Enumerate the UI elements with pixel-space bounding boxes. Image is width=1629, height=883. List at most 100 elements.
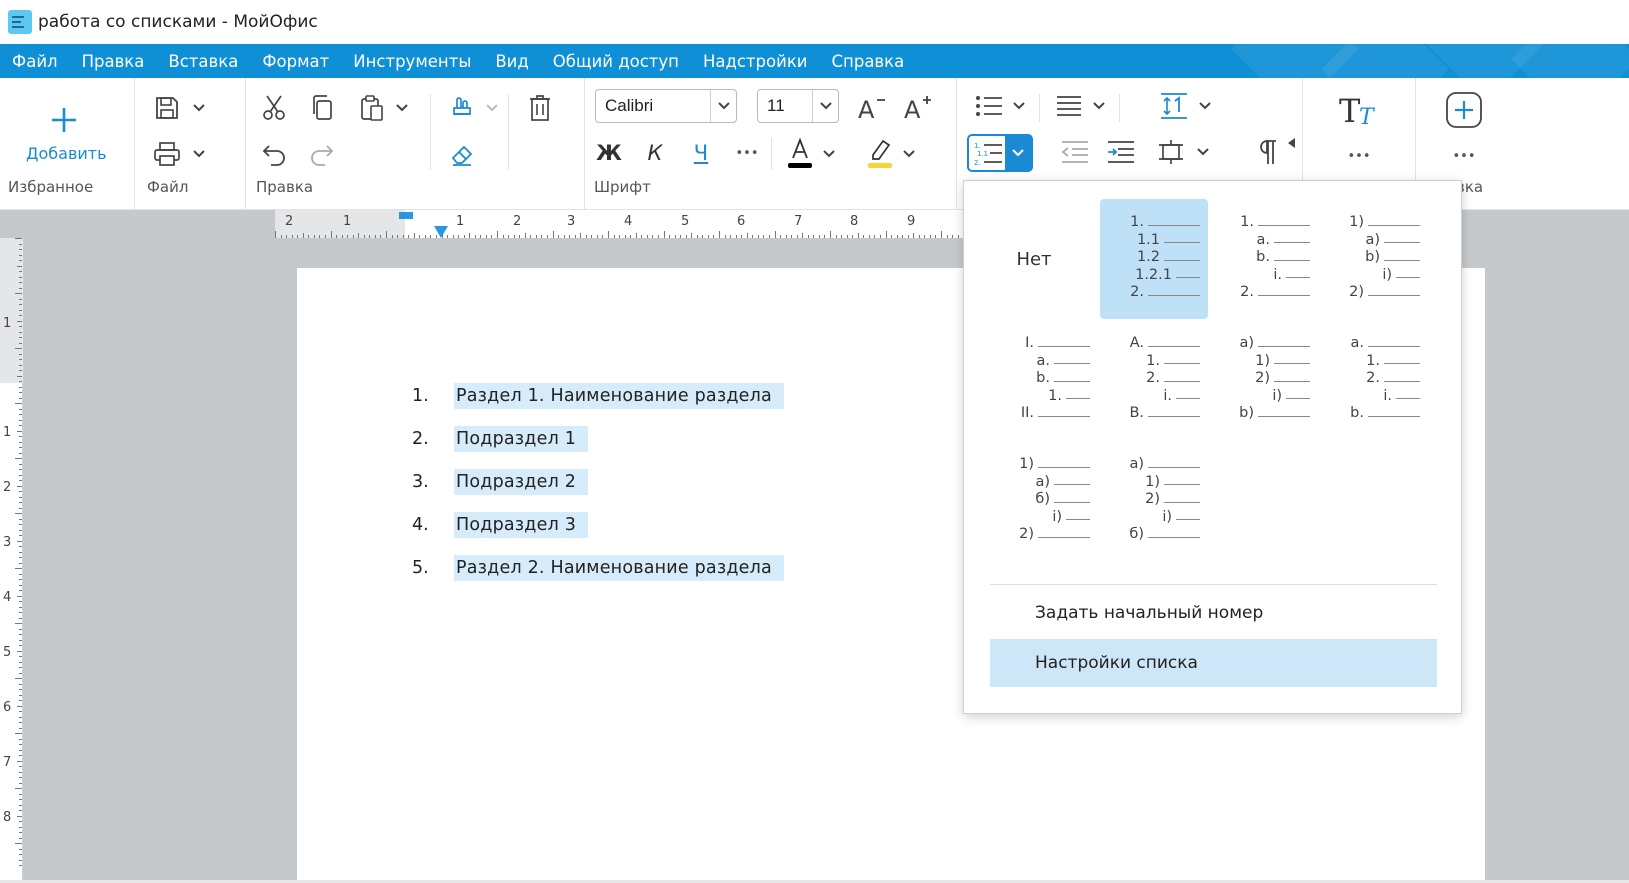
styles-more-button[interactable]: ••• [1339,142,1379,170]
print-button[interactable] [151,138,183,170]
preset-level-line [1258,294,1310,296]
highlight-color-caret[interactable] [899,144,919,164]
preset-level: i. [1273,266,1310,284]
align-button[interactable] [1053,90,1085,122]
underline-button[interactable]: Ч [685,136,717,170]
vertical-ruler[interactable]: 1 1 2 3 4 5 6 7 8 [0,238,23,883]
text-color-caret[interactable] [819,144,839,164]
ruler-tick [19,529,22,531]
preset-level-line [1396,398,1420,399]
paste-button[interactable] [356,92,388,124]
numbering-preset-tile[interactable]: 1. 1.1 1.2 1.2.1 2. [1100,199,1208,319]
list-item[interactable]: 3. Подраздел 2 [412,460,784,503]
bullet-list-caret[interactable] [1009,96,1029,116]
ruler-label: 9 [907,214,916,229]
preset-level-line [1054,501,1090,503]
ruler-tick [19,639,22,641]
menu-sharing[interactable]: Общий доступ [541,52,691,71]
decrease-indent-button[interactable] [1059,136,1091,168]
ruler-tick [19,579,22,580]
font-size-select[interactable]: 11 [757,89,839,123]
menu-file[interactable]: Файл [0,52,70,71]
cut-button[interactable] [258,92,290,124]
preset-level: i) [1382,266,1420,284]
save-options-caret[interactable] [189,98,209,118]
numbering-none-option[interactable]: Нет [980,199,1088,319]
preset-level-line [1148,536,1200,538]
italic-button[interactable]: К [639,136,671,170]
preset-level: а) [1035,473,1090,491]
plus-icon [52,108,76,132]
preset-level: i. [1383,387,1420,405]
list-item-text[interactable]: Раздел 2. Наименование раздела [454,554,784,581]
preset-level-line [1368,294,1420,296]
numbering-preset-tile[interactable]: а) 1) 2) i) б) [1100,441,1208,561]
menu-edit[interactable]: Правка [70,52,157,71]
menu-view[interactable]: Вид [483,52,540,71]
menu-help[interactable]: Справка [820,52,917,71]
delete-button[interactable] [524,92,556,124]
clear-format-button[interactable] [446,138,478,170]
list-item-text[interactable]: Подраздел 3 [454,511,589,538]
list-settings-item[interactable]: Настройки списка [990,639,1437,687]
first-line-indent-icon[interactable] [434,226,448,238]
redo-button[interactable] [306,138,338,170]
insert-more-button[interactable]: ••• [1444,142,1484,170]
bold-button[interactable]: Ж [593,136,625,170]
increase-font-button[interactable]: A [899,90,939,124]
save-button[interactable] [151,92,183,124]
numbered-list-caret[interactable] [1005,136,1031,170]
menu-tools[interactable]: Инструменты [341,52,483,71]
preset-level-label: A. [1129,335,1144,351]
list-item-text[interactable]: Подраздел 2 [454,468,589,495]
paragraph-overflow-arrow[interactable] [1287,136,1297,150]
list-item[interactable]: 2. Подраздел 1 [412,417,784,460]
paste-options-caret[interactable] [392,98,412,118]
list-item[interactable]: 5. Раздел 2. Наименование раздела [412,546,784,589]
menu-format[interactable]: Формат [250,52,341,71]
numbered-list-button[interactable]: 1. 1.1 2. [967,134,1033,172]
font-family-select[interactable]: Calibri [595,89,737,123]
copy-button[interactable] [306,92,338,124]
list-item-text[interactable]: Подраздел 1 [454,425,589,452]
paragraph-spacing-button[interactable] [1155,136,1187,168]
line-spacing-caret[interactable] [1195,96,1215,116]
numbering-preset-tile[interactable]: a. 1. 2. i. b. [1320,320,1428,440]
ruler-tick [19,287,22,289]
paragraph-spacing-caret[interactable] [1193,142,1213,162]
add-favorite-button[interactable] [44,100,84,140]
ruler-tick [19,518,22,520]
align-caret[interactable] [1089,96,1109,116]
list-item-text[interactable]: Раздел 1. Наименование раздела [454,382,784,409]
preset-level: a. [1037,352,1090,370]
highlight-color-button[interactable] [863,134,897,172]
preset-level-label: i. [1163,387,1172,404]
increase-indent-button[interactable] [1105,136,1137,168]
set-start-number-item[interactable]: Задать начальный номер [990,589,1437,637]
ruler-tick [17,265,22,267]
left-indent-marker[interactable] [399,212,413,219]
print-options-caret[interactable] [189,144,209,164]
decrease-font-button[interactable]: A [853,90,893,124]
numbering-preset-tile[interactable]: 1) a) b) i) 2) [1320,199,1428,319]
bullet-list-button[interactable] [973,90,1005,122]
insert-object-button[interactable] [1444,90,1484,130]
numbering-preset-tile[interactable]: 1. a. b. i. 2. [1210,199,1318,319]
numbering-preset-tile[interactable]: A. 1. 2. i. B. [1100,320,1208,440]
show-formatting-button[interactable] [1251,136,1283,168]
line-spacing-button[interactable] [1157,90,1191,122]
format-painter-button[interactable] [446,92,478,124]
menu-addons[interactable]: Надстройки [691,52,820,71]
more-font-options-button[interactable]: ••• [731,136,763,170]
ruler-tick [15,458,22,459]
text-color-button[interactable] [783,134,817,172]
list-item[interactable]: 1. Раздел 1. Наименование раздела [412,374,784,417]
ruler-tick [15,293,22,294]
styles-button[interactable]: TT [1339,92,1379,128]
numbering-preset-tile[interactable]: a) 1) 2) i) b) [1210,320,1318,440]
numbering-preset-tile[interactable]: 1) а) б) i) 2) [990,441,1098,561]
undo-button[interactable] [258,138,290,170]
menu-insert[interactable]: Вставка [156,52,250,71]
numbering-preset-tile[interactable]: I. a. b. 1. II. [990,320,1098,440]
list-item[interactable]: 4. Подраздел 3 [412,503,784,546]
